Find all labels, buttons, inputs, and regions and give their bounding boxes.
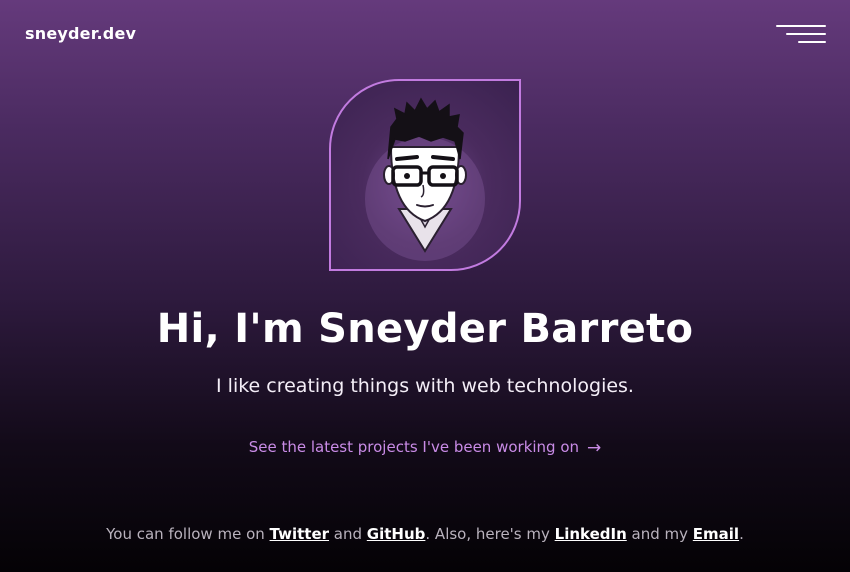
menu-line (786, 33, 826, 35)
avatar (329, 79, 521, 271)
page-subtitle: I like creating things with web technolo… (216, 375, 634, 397)
twitter-link[interactable]: Twitter (270, 525, 330, 543)
email-link[interactable]: Email (693, 525, 739, 543)
hamburger-menu-icon[interactable] (774, 22, 826, 48)
avatar-illustration (365, 97, 485, 261)
social-links-text: You can follow me on Twitter and GitHub.… (0, 525, 850, 543)
menu-line (776, 25, 826, 27)
arrow-right-icon: → (587, 438, 602, 458)
site-logo[interactable]: sneyder.dev (25, 24, 136, 43)
linkedin-link[interactable]: LinkedIn (555, 525, 627, 543)
latest-projects-link[interactable]: See the latest projects I've been workin… (0, 438, 850, 458)
site-header: sneyder.dev (0, 0, 850, 70)
page-title: Hi, I'm Sneyder Barreto (156, 306, 694, 352)
social-suffix: . (739, 525, 744, 543)
social-and-1: and (329, 525, 367, 543)
menu-line (798, 41, 826, 43)
social-and-2: and my (626, 525, 693, 543)
social-prefix: You can follow me on (106, 525, 270, 543)
latest-projects-label: See the latest projects I've been workin… (248, 438, 580, 456)
github-link[interactable]: GitHub (367, 525, 426, 543)
social-middle: . Also, here's my (425, 525, 555, 543)
